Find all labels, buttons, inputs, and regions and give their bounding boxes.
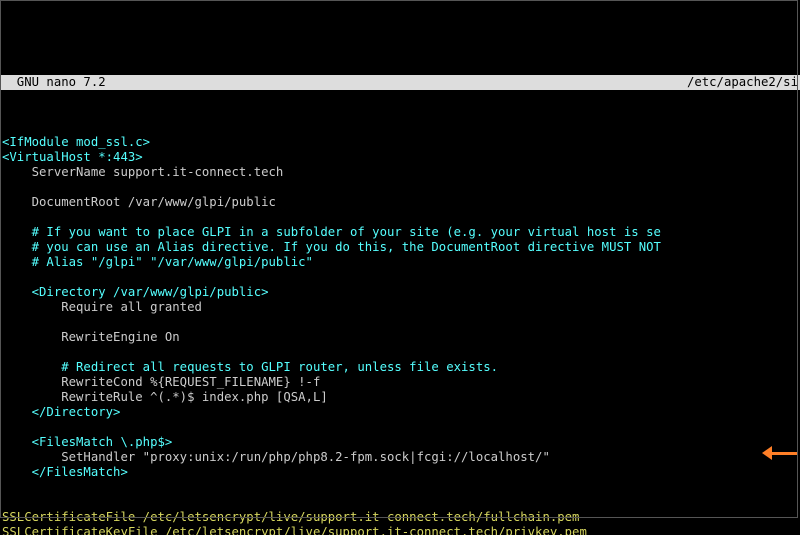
- config-line: <VirtualHost *:443>: [2, 150, 143, 164]
- nano-titlebar: GNU nano 7.2 /etc/apache2/si: [0, 75, 800, 90]
- ssl-cert-key-file-line: SSLCertificateKeyFile /etc/letsencrypt/l…: [2, 525, 587, 535]
- annotation-arrow-icon: [760, 443, 800, 463]
- config-line: <FilesMatch \.php$>: [2, 435, 172, 449]
- config-line: ServerName support.it-connect.tech: [2, 165, 283, 179]
- editor-buffer[interactable]: <IfModule mod_ssl.c> <VirtualHost *:443>…: [0, 120, 800, 535]
- config-line: DocumentRoot /var/www/glpi/public: [2, 195, 276, 209]
- file-path: /etc/apache2/si: [687, 75, 798, 90]
- config-line: Require all granted: [2, 300, 202, 314]
- config-line: RewriteEngine On: [2, 330, 180, 344]
- config-line: <IfModule mod_ssl.c>: [2, 135, 150, 149]
- comment-line: # If you want to place GLPI in a subfold…: [2, 225, 661, 239]
- config-line: RewriteRule ^(.*)$ index.php [QSA,L]: [2, 390, 328, 404]
- ssl-cert-file-line: SSLCertificateFile /etc/letsencrypt/live…: [2, 510, 579, 524]
- config-line: <Directory /var/www/glpi/public>: [2, 285, 269, 299]
- config-line: SetHandler "proxy:unix:/run/php/php8.2-f…: [2, 450, 550, 464]
- config-line: RewriteCond %{REQUEST_FILENAME} !-f: [2, 375, 320, 389]
- config-line: </FilesMatch>: [2, 465, 128, 479]
- comment-line: # Alias "/glpi" "/var/www/glpi/public": [2, 255, 313, 269]
- editor-name: GNU nano 7.2: [2, 75, 106, 90]
- comment-line: # you can use an Alias directive. If you…: [2, 240, 661, 254]
- comment-line: # Redirect all requests to GLPI router, …: [2, 360, 498, 374]
- config-line: </Directory>: [2, 405, 120, 419]
